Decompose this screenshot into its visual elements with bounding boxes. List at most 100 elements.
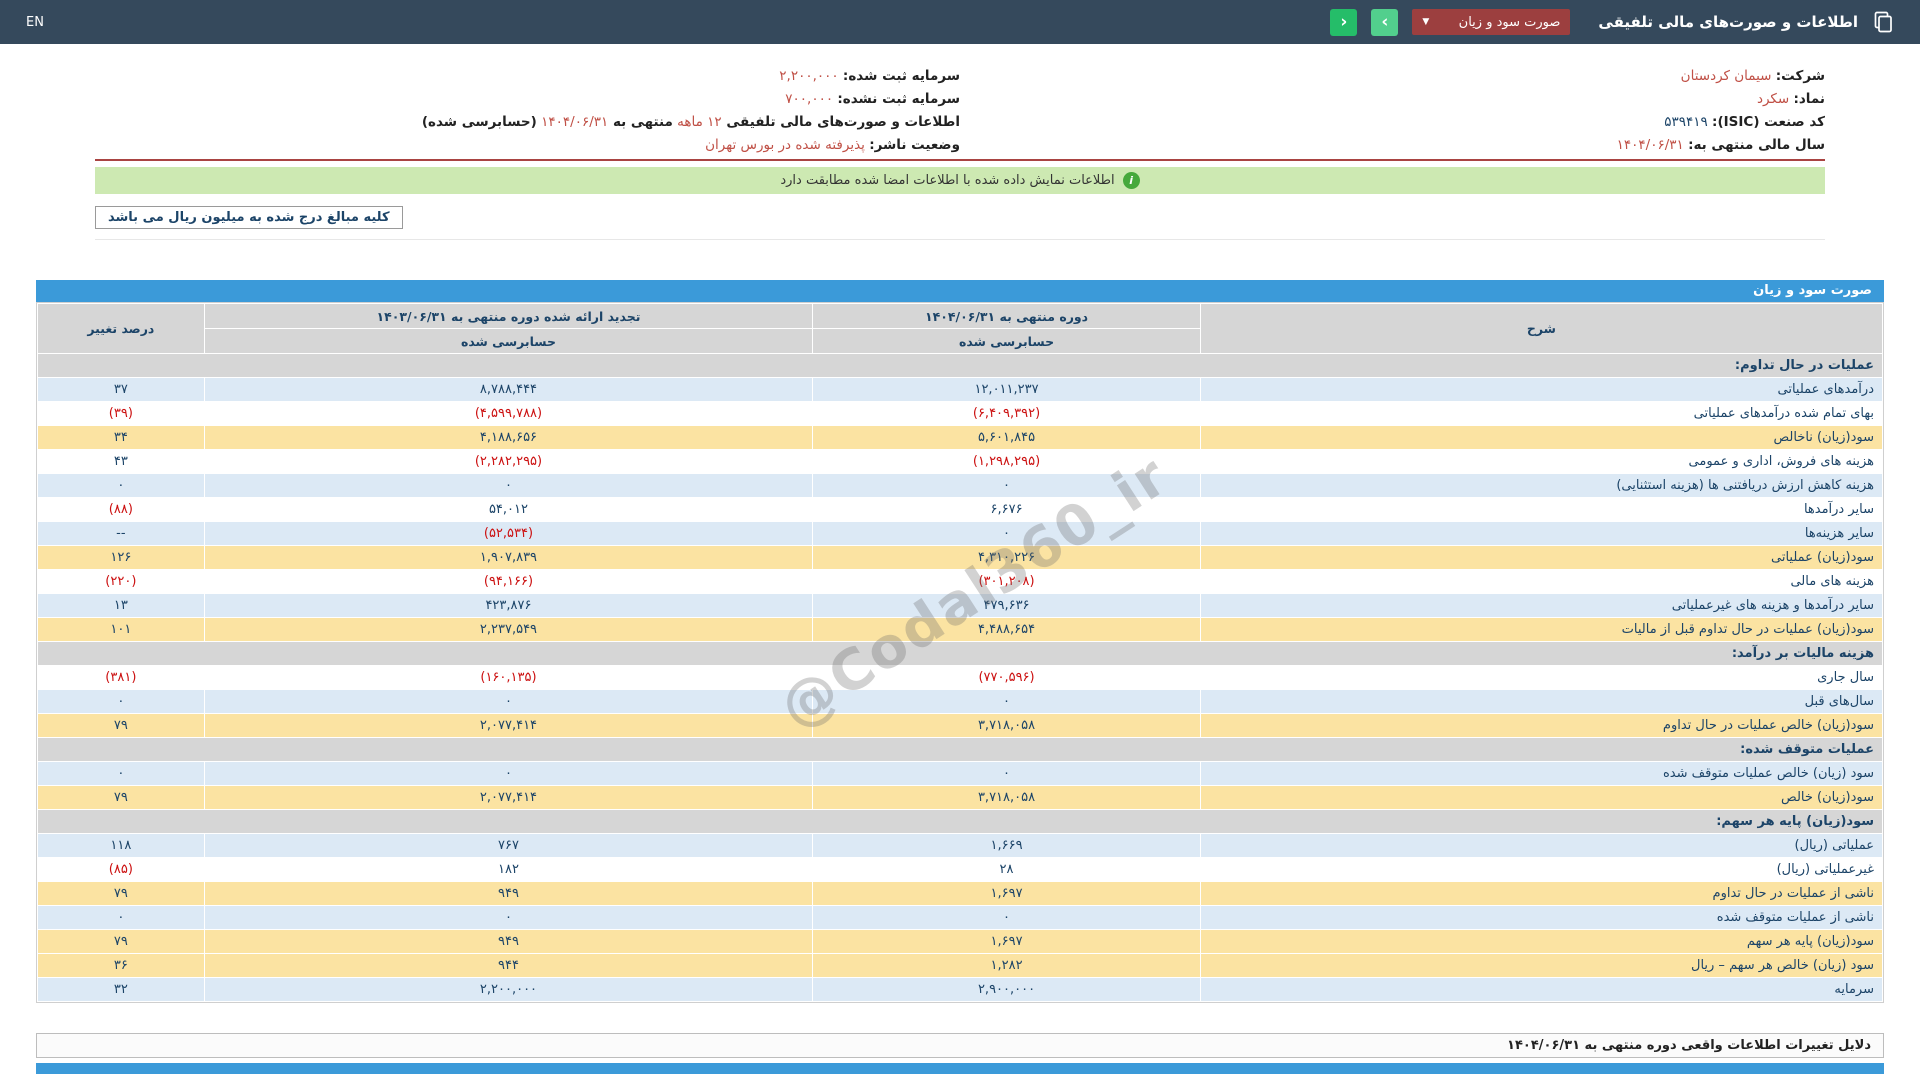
statement-type-dropdown[interactable]: صورت سود و زیان ▼ (1412, 9, 1571, 35)
row-prior-value: (۹۴,۱۶۶) (204, 570, 813, 593)
table-row: سود(زیان) خالص عملیات در حال تداوم ۳,۷۱۸,… (38, 714, 1882, 737)
section-row: عملیات در حال تداوم: (38, 354, 1882, 377)
row-prior-value: (۵۲,۵۳۴) (204, 522, 813, 545)
row-change-value: (۳۸۱) (38, 666, 204, 689)
table-row: درآمدهای عملیاتی ۱۲,۰۱۱,۲۳۷ ۸,۷۸۸,۴۴۴ ۳۷ (38, 378, 1882, 401)
company-name-value: سیمان کردستان (1680, 68, 1772, 84)
symbol-value: سکرد (1756, 91, 1790, 107)
table-row: سود(زیان) عملیاتی ۴,۳۱۰,۲۲۶ ۱,۹۰۷,۸۳۹ ۱۲۶ (38, 546, 1882, 569)
row-current-value: (۱,۲۹۸,۲۹۵) (813, 450, 1200, 473)
topbar: اطلاعات و صورت‌های مالی تلفیقی صورت سود … (0, 0, 1920, 44)
row-label: سال جاری (1200, 666, 1882, 689)
table-row: هزینه کاهش ارزش دریافتنی ها (هزینه استثن… (38, 474, 1882, 497)
section-divider (95, 239, 1825, 240)
row-label: سود(زیان) عملیاتی (1200, 546, 1882, 569)
unregistered-capital-field: سرمایه ثبت نشده: ۷۰۰,۰۰۰ (95, 89, 960, 109)
row-prior-value: (۱۶۰,۱۳۵) (204, 666, 813, 689)
row-change-value: ۳۲ (38, 978, 204, 1001)
report-icon (1872, 11, 1894, 33)
row-change-value: ۳۴ (38, 426, 204, 449)
section-row: سود(زیان) پایه هر سهم: (38, 810, 1882, 833)
row-label: سود(زیان) خالص (1200, 786, 1882, 809)
col-subheader-audited-prior: حسابرسی شده (204, 329, 813, 353)
company-name-label: شرکت: (1775, 68, 1825, 84)
report-period-length: ۱۲ ماهه (677, 114, 722, 130)
row-change-value: ۷۹ (38, 882, 204, 905)
signed-info-text: اطلاعات نمایش داده شده با اطلاعات امضا ش… (780, 173, 1115, 188)
registered-capital-value: ۲,۲۰۰,۰۰۰ (779, 68, 839, 84)
next-section-header-partial (36, 1063, 1884, 1074)
statement-title: صورت سود و زیان (36, 280, 1884, 302)
table-row: سرمایه ۲,۹۰۰,۰۰۰ ۲,۲۰۰,۰۰۰ ۳۲ (38, 978, 1882, 1001)
row-prior-value: ۹۴۹ (204, 882, 813, 905)
row-current-value: ۱,۶۶۹ (813, 834, 1200, 857)
nav-forward-button[interactable]: › (1330, 8, 1358, 36)
language-toggle[interactable]: EN (26, 15, 44, 30)
row-label: درآمدهای عملیاتی (1200, 378, 1882, 401)
row-prior-value: ۲,۰۷۷,۴۱۴ (204, 786, 813, 809)
isic-label: کد صنعت (ISIC): (1712, 114, 1825, 130)
row-label: سایر هزینه‌ها (1200, 522, 1882, 545)
section-label: هزینه مالیات بر درآمد: (38, 642, 1882, 665)
row-change-value: ۳۷ (38, 378, 204, 401)
row-prior-value: ۰ (204, 474, 813, 497)
row-change-value: -- (38, 522, 204, 545)
table-row: سایر درآمدها ۶,۶۷۶ ۵۴,۰۱۲ (۸۸) (38, 498, 1882, 521)
section-row: هزینه مالیات بر درآمد: (38, 642, 1882, 665)
statement-table: شرح دوره منتهی به ۱۴۰۴/۰۶/۳۱ تجدید ارائه… (36, 302, 1884, 1003)
col-header-description: شرح (1200, 304, 1882, 353)
row-current-value: (۷۷۰,۵۹۶) (813, 666, 1200, 689)
isic-field: کد صنعت (ISIC): ۵۳۹۴۱۹ (960, 112, 1825, 132)
row-prior-value: ۷۶۷ (204, 834, 813, 857)
row-prior-value: ۱,۹۰۷,۸۳۹ (204, 546, 813, 569)
table-row: ناشی از عملیات متوقف شده ۰ ۰ ۰ (38, 906, 1882, 929)
row-prior-value: (۲,۲۸۲,۲۹۵) (204, 450, 813, 473)
report-period-date: ۱۴۰۴/۰۶/۳۱ (541, 114, 609, 130)
row-change-value: ۴۳ (38, 450, 204, 473)
row-prior-value: ۱۸۲ (204, 858, 813, 881)
row-change-value: ۷۹ (38, 930, 204, 953)
row-current-value: ۰ (813, 522, 1200, 545)
income-statement: صورت سود و زیان شرح دوره منتهی به ۱۴۰۴/۰… (36, 280, 1884, 1003)
col-header-prior-period: تجدید ارائه شده دوره منتهی به ۱۴۰۳/۰۶/۳۱ (204, 304, 813, 328)
row-current-value: (۶,۴۰۹,۳۹۲) (813, 402, 1200, 425)
table-row: سود(زیان) ناخالص ۵,۶۰۱,۸۴۵ ۴,۱۸۸,۶۵۶ ۳۴ (38, 426, 1882, 449)
section-label: عملیات در حال تداوم: (38, 354, 1882, 377)
row-change-value: ۱۰۱ (38, 618, 204, 641)
section-label: عملیات متوقف شده: (38, 738, 1882, 761)
unregistered-capital-value: ۷۰۰,۰۰۰ (785, 91, 834, 107)
statement-table-body: عملیات در حال تداوم: درآمدهای عملیاتی ۱۲,۰… (38, 354, 1882, 1001)
row-prior-value: ۲,۲۳۷,۵۴۹ (204, 618, 813, 641)
table-row: هزینه های فروش، اداری و عمومی (۱,۲۹۸,۲۹۵)… (38, 450, 1882, 473)
row-change-value: ۳۶ (38, 954, 204, 977)
row-change-value: ۰ (38, 762, 204, 785)
nav-back-button[interactable]: ‹ (1371, 8, 1399, 36)
row-prior-value: ۵۴,۰۱۲ (204, 498, 813, 521)
fiscal-year-value: ۱۴۰۴/۰۶/۳۱ (1616, 137, 1684, 153)
unregistered-capital-label: سرمایه ثبت نشده: (837, 91, 960, 107)
table-row: سود(زیان) پایه هر سهم ۱,۶۹۷ ۹۴۹ ۷۹ (38, 930, 1882, 953)
registered-capital-field: سرمایه ثبت شده: ۲,۲۰۰,۰۰۰ (95, 66, 960, 86)
symbol-field: نماد: سکرد (960, 89, 1825, 109)
table-row: عملیاتی (ریال) ۱,۶۶۹ ۷۶۷ ۱۱۸ (38, 834, 1882, 857)
row-current-value: (۳۰۱,۲۰۸) (813, 570, 1200, 593)
publisher-status-label: وضعیت ناشر: (869, 137, 960, 153)
row-label: سود(زیان) ناخالص (1200, 426, 1882, 449)
row-label: هزینه کاهش ارزش دریافتنی ها (هزینه استثن… (1200, 474, 1882, 497)
row-current-value: ۰ (813, 474, 1200, 497)
table-row: سال جاری (۷۷۰,۵۹۶) (۱۶۰,۱۳۵) (۳۸۱) (38, 666, 1882, 689)
row-change-value: ۰ (38, 474, 204, 497)
publisher-status-value: پذیرفته شده در بورس تهران (705, 137, 865, 153)
row-change-value: ۷۹ (38, 714, 204, 737)
isic-value: ۵۳۹۴۱۹ (1664, 114, 1708, 130)
row-label: ناشی از عملیات در حال تداوم (1200, 882, 1882, 905)
report-period-label-1: اطلاعات و صورت‌های مالی تلفیقی (721, 114, 960, 130)
row-prior-value: ۰ (204, 762, 813, 785)
row-prior-value: ۲,۲۰۰,۰۰۰ (204, 978, 813, 1001)
row-label: عملیاتی (ریال) (1200, 834, 1882, 857)
row-label: سود (زیان) خالص عملیات متوقف شده (1200, 762, 1882, 785)
row-change-value: (۸۸) (38, 498, 204, 521)
row-change-value: (۸۵) (38, 858, 204, 881)
row-label: سود(زیان) پایه هر سهم (1200, 930, 1882, 953)
table-row: سود (زیان) خالص عملیات متوقف شده ۰ ۰ ۰ (38, 762, 1882, 785)
